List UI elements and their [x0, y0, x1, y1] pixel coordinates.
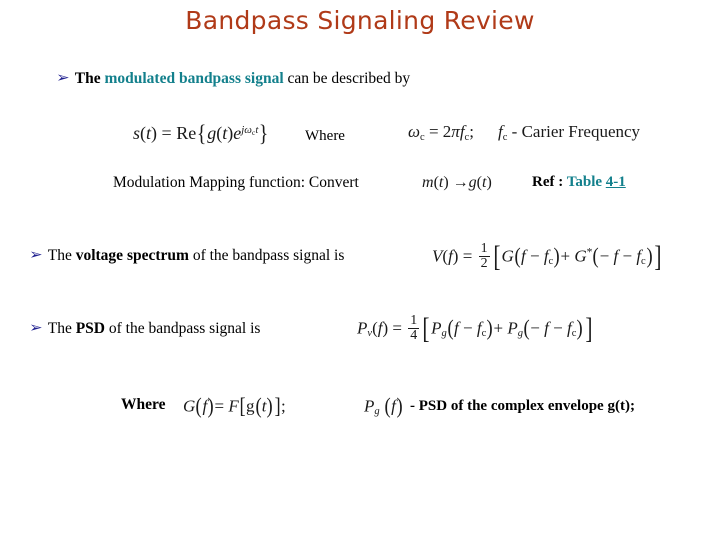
carrier-frequency-note: fc - Carier Frequency	[498, 122, 641, 143]
reference-table-link[interactable]: 4-1	[606, 174, 626, 190]
modulation-mapping-math: m(t) →g(t)	[422, 174, 492, 191]
page-title: Bandpass Signaling Review	[185, 6, 535, 35]
where-label-2: Where	[121, 396, 166, 413]
bullet-1-suffix: can be described by	[283, 70, 411, 87]
bullet-arrow-icon: ➢	[56, 70, 70, 86]
bullet-2-prefix: The	[47, 247, 76, 264]
bullet-arrow-icon: ➢	[29, 247, 43, 263]
reference-table-word: Table	[566, 174, 606, 190]
bullet-2-suffix: of the bandpass signal is	[188, 247, 345, 264]
bullet-1-highlight: modulated bandpass signal	[104, 70, 284, 87]
bullet-item-voltage-spectrum: ➢ The voltage spectrum of the bandpass si…	[29, 247, 345, 264]
equation-carrier-frequency: ωc = 2πfc;	[408, 122, 474, 143]
equation-voltage-spectrum: V(f) = 1 2 [G(f − fc)+ G*(− f − fc)]	[432, 240, 662, 273]
reference-prefix: Ref :	[532, 174, 567, 190]
where-label-1: Where	[305, 128, 345, 144]
bullet-item-modulated-signal: ➢ The modulated bandpass signal can be de…	[56, 70, 411, 87]
modulation-mapping-label: Modulation Mapping function: Convert	[113, 174, 359, 191]
bullet-item-psd: ➢ The PSD of the bandpass signal is	[29, 320, 261, 337]
bullet-1-prefix: The	[74, 70, 105, 87]
equation-psd: Pv(f) = 1 4 [Pg(f − fc)+ Pg(− f − fc)]	[357, 312, 593, 345]
equation-fourier-transform: G(f)= F[g(t)];	[183, 394, 286, 418]
slide-canvas: Bandpass Signaling Review ➢ The modulated…	[0, 0, 720, 540]
pg-description: - PSD of the complex envelope g(t);	[410, 398, 635, 414]
bullet-3-highlight: PSD	[75, 320, 106, 337]
bullet-3-suffix: of the bandpass signal is	[105, 320, 261, 337]
equation-pg-symbol: Pg (f)	[364, 394, 403, 418]
equation-signal: s(t) = Re{g(t)ejωct}	[133, 120, 269, 146]
bullet-arrow-icon: ➢	[29, 320, 43, 336]
bullet-2-highlight: voltage spectrum	[75, 247, 189, 264]
bullet-3-prefix: The	[47, 320, 76, 337]
reference-label: Ref : Table 4-1	[532, 174, 626, 191]
